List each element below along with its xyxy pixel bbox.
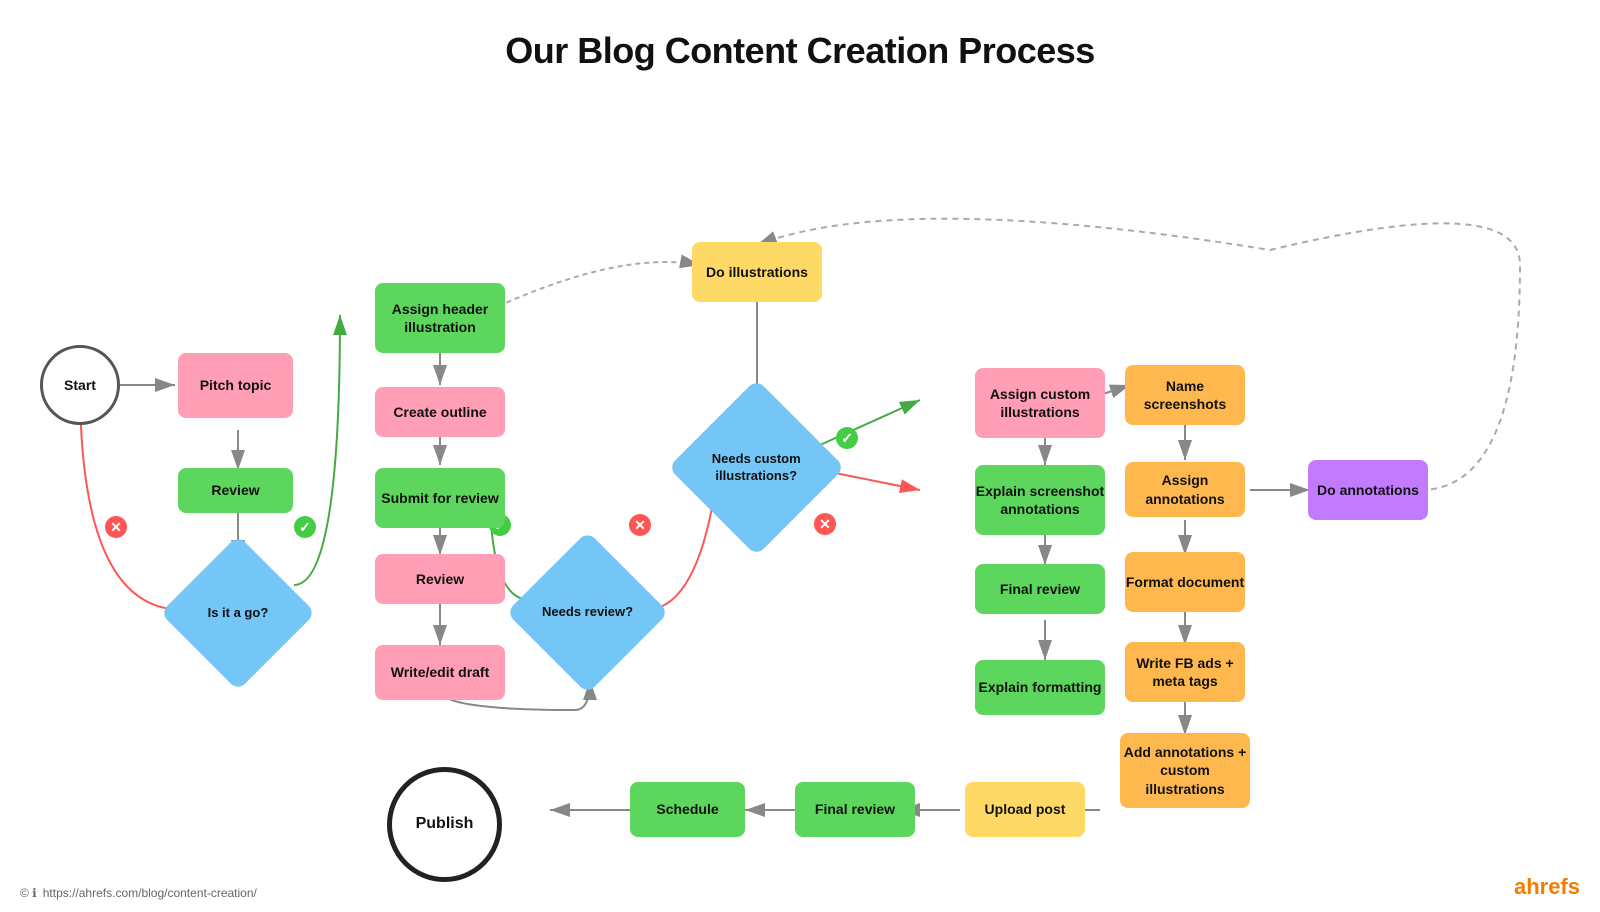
review1-node: Review	[178, 468, 293, 513]
add-annotations-node: Add annotations + custom illustrations	[1120, 733, 1250, 808]
write-fb-node: Write FB ads + meta tags	[1125, 642, 1245, 702]
publish-node: Publish	[387, 767, 502, 882]
is-it-go-node: Is it a go?	[160, 535, 316, 691]
svg-text:✓: ✓	[299, 519, 311, 535]
name-screenshots-node: Name screenshots	[1125, 365, 1245, 425]
svg-text:✓: ✓	[841, 430, 853, 446]
explain-screenshot-node: Explain screenshot annotations	[975, 465, 1105, 535]
svg-text:✕: ✕	[110, 519, 122, 535]
page-title: Our Blog Content Creation Process	[0, 0, 1600, 72]
upload-post-node: Upload post	[965, 782, 1085, 837]
do-illustrations-node: Do illustrations	[692, 242, 822, 302]
needs-review-node: Needs review?	[506, 531, 669, 694]
footer-brand: ahrefs	[1514, 874, 1580, 900]
do-annotations-node: Do annotations	[1308, 460, 1428, 520]
start-node: Start	[40, 345, 120, 425]
footer-url: https://ahrefs.com/blog/content-creation…	[43, 886, 257, 900]
assign-header-node: Assign header illustration	[375, 283, 505, 353]
format-doc-node: Format document	[1125, 552, 1245, 612]
final-review1-node: Final review	[975, 564, 1105, 614]
schedule-node: Schedule	[630, 782, 745, 837]
final-review2-node: Final review	[795, 782, 915, 837]
needs-custom-node: Needs custom illustrations?	[668, 379, 845, 556]
footer-left: © ℹ https://ahrefs.com/blog/content-crea…	[20, 886, 257, 900]
assign-annotations-node: Assign annotations	[1125, 462, 1245, 517]
assign-custom-node: Assign custom illustrations	[975, 368, 1105, 438]
explain-formatting-node: Explain formatting	[975, 660, 1105, 715]
brand-text: ahrefs	[1514, 874, 1580, 899]
review2-node: Review	[375, 554, 505, 604]
svg-text:✕: ✕	[634, 517, 646, 533]
svg-text:✕: ✕	[819, 516, 831, 532]
write-edit-node: Write/edit draft	[375, 645, 505, 700]
submit-review-node: Submit for review	[375, 468, 505, 528]
copyright-icon: © ℹ	[20, 886, 37, 900]
create-outline-node: Create outline	[375, 387, 505, 437]
pitch-topic-node: Pitch topic	[178, 353, 293, 418]
